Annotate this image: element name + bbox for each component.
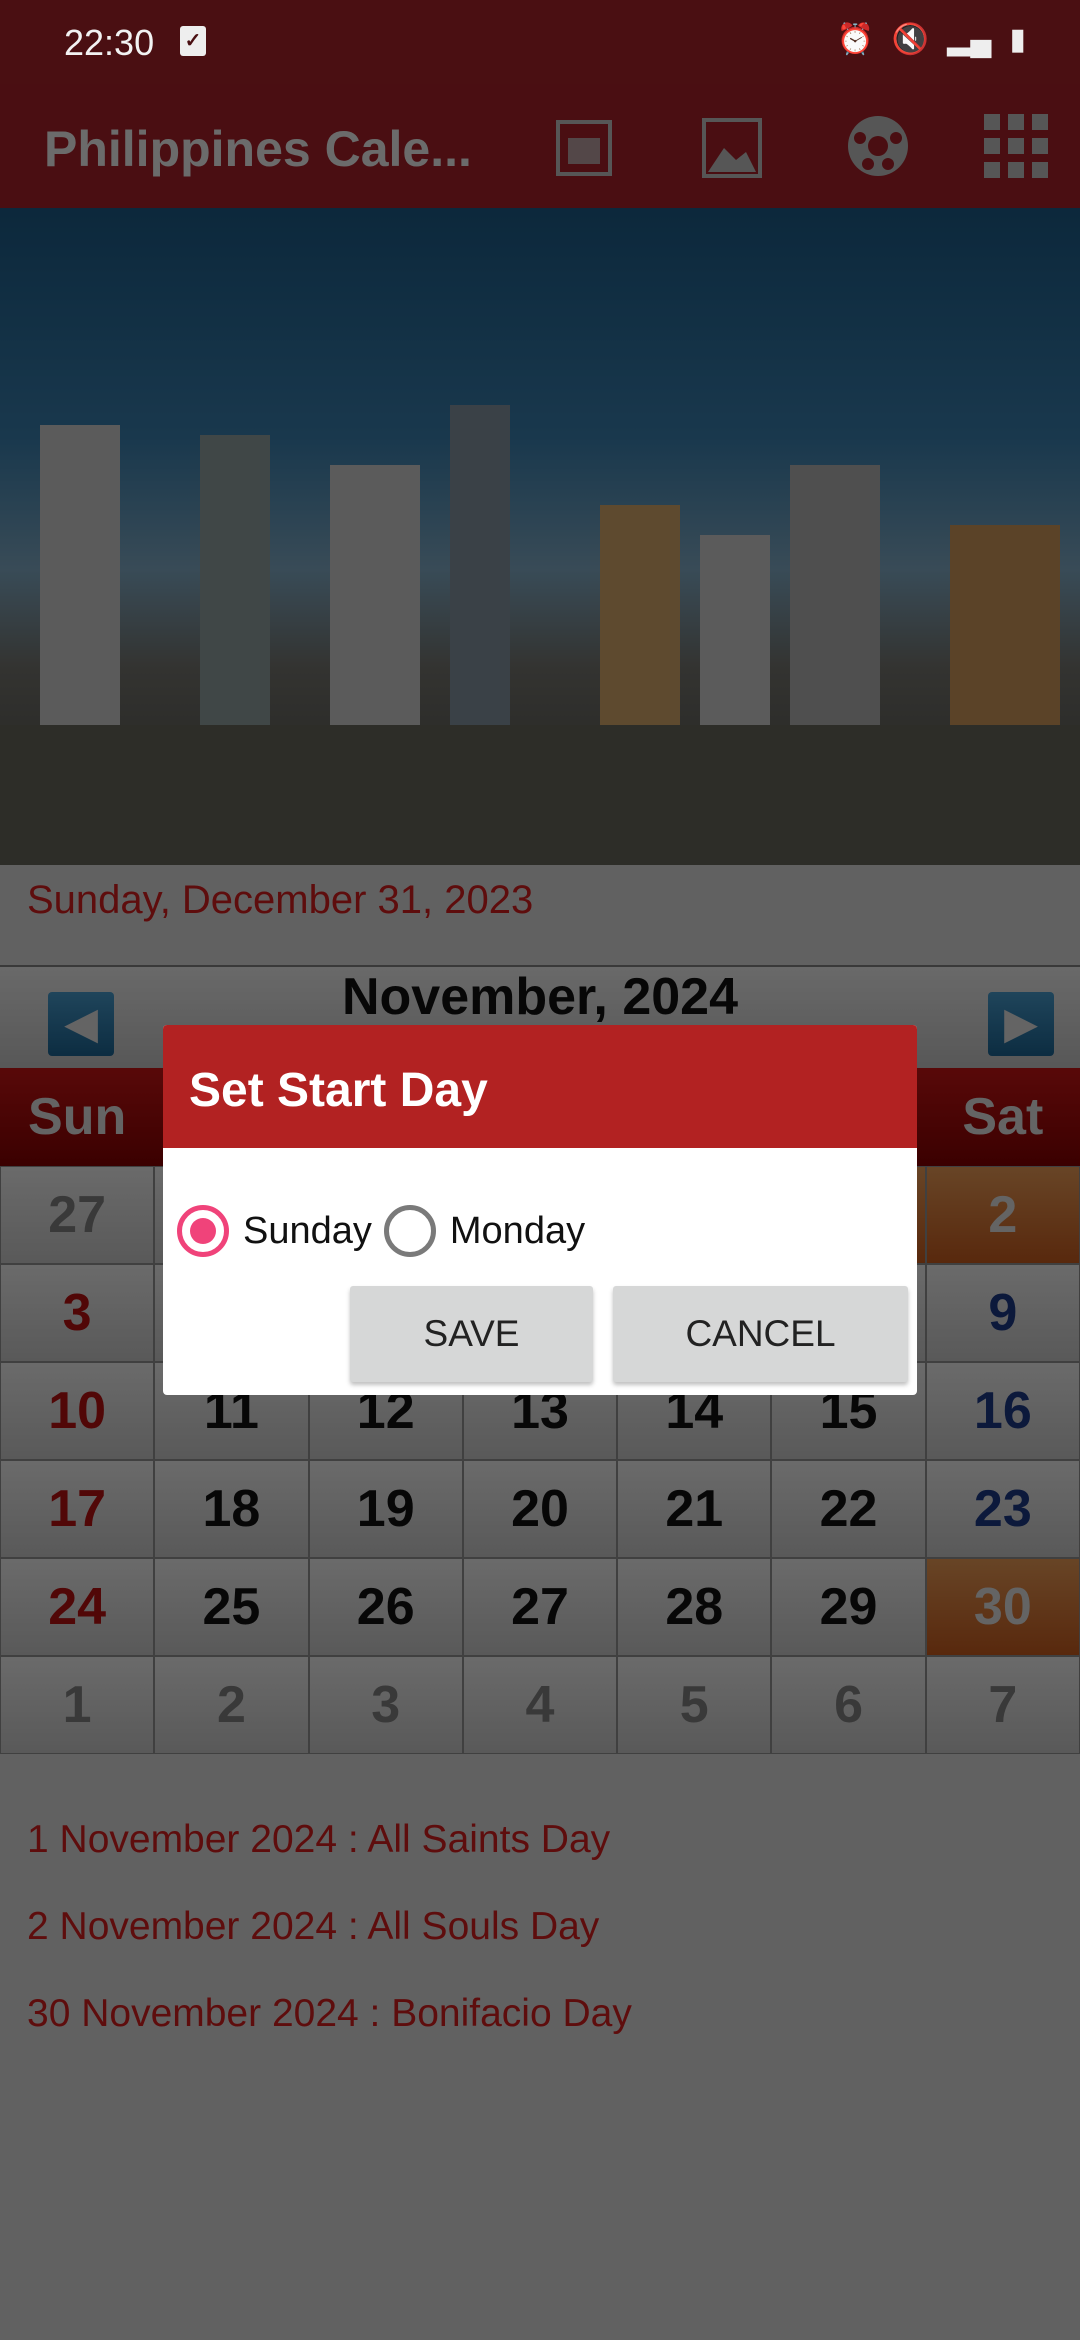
image-icon[interactable]	[700, 114, 764, 178]
app-bar: Philippines Cale...	[0, 84, 1080, 208]
day-cell[interactable]: 27	[0, 1166, 155, 1264]
cancel-button[interactable]: CANCEL	[613, 1286, 908, 1382]
next-month-button[interactable]: ▶	[988, 992, 1054, 1056]
day-cell[interactable]: 20	[462, 1460, 618, 1558]
day-cell[interactable]: 2	[925, 1166, 1080, 1264]
day-cell[interactable]: 28	[617, 1558, 772, 1656]
grid-menu-icon[interactable]	[984, 114, 1048, 178]
day-cell[interactable]: 19	[308, 1460, 463, 1558]
day-cell[interactable]: 24	[0, 1558, 155, 1656]
signal-icon: ▂▄	[947, 23, 992, 56]
vibrate-mute-icon: 🔇	[891, 23, 930, 56]
day-cell[interactable]: 6	[771, 1656, 926, 1754]
day-cell[interactable]: 23	[925, 1460, 1080, 1558]
day-cell[interactable]: 29	[771, 1558, 926, 1656]
holiday-list: 1 November 2024 : All Saints Day 2 Novem…	[27, 1818, 632, 2079]
day-cell[interactable]: 3	[308, 1656, 463, 1754]
dialog-title: Set Start Day	[163, 1025, 917, 1148]
day-cell[interactable]: 1	[0, 1656, 155, 1754]
soccer-ball-icon[interactable]	[846, 114, 910, 178]
day-cell[interactable]: 16	[925, 1362, 1080, 1460]
calendar-week-row: 17 18 19 20 21 22 23	[0, 1460, 1080, 1558]
selected-date: Sunday, December 31, 2023	[27, 878, 534, 922]
day-cell[interactable]: 21	[617, 1460, 772, 1558]
battery-icon: ▮	[1009, 23, 1026, 56]
weekday-label: Sun	[28, 1088, 127, 1146]
day-cell[interactable]: 25	[154, 1558, 309, 1656]
calendar-week-row: 1234567	[0, 1656, 1080, 1754]
save-button[interactable]: SAVE	[350, 1286, 593, 1382]
day-cell[interactable]: 9	[925, 1264, 1080, 1362]
monday-radio[interactable]	[383, 1205, 436, 1257]
day-cell[interactable]: 10	[0, 1362, 155, 1460]
clock: 22:30	[64, 22, 155, 63]
status-bar: 22:30 ✓ ⏰ 🔇 ▂▄ ▮	[0, 0, 1080, 84]
holiday-item: 2 November 2024 : All Souls Day	[27, 1905, 600, 1948]
calendar-week-row: 24 25 26 27 28 29 30	[0, 1558, 1080, 1656]
holiday-item: 1 November 2024 : All Saints Day	[27, 1818, 611, 1861]
day-cell[interactable]: 7	[925, 1656, 1080, 1754]
day-cell[interactable]: 3	[0, 1264, 155, 1362]
sunday-label[interactable]: Sunday	[243, 1210, 372, 1253]
day-cell[interactable]: 5	[617, 1656, 772, 1754]
month-title: November, 2024	[341, 968, 739, 1026]
calendar-icon[interactable]	[552, 114, 616, 178]
day-cell[interactable]: 17	[0, 1460, 155, 1558]
city-skyline-image	[0, 208, 1080, 865]
task-check-icon: ✓	[180, 26, 206, 56]
holiday-item: 30 November 2024 : Bonifacio Day	[27, 1992, 632, 2035]
day-cell[interactable]: 27	[462, 1558, 618, 1656]
weekday-label: Sat	[962, 1088, 1044, 1146]
alarm-icon: ⏰	[836, 23, 874, 56]
day-cell[interactable]: 26	[308, 1558, 463, 1656]
day-cell[interactable]: 4	[462, 1656, 618, 1754]
set-start-day-dialog: Set Start Day Sunday Monday SAVE CANCEL	[163, 1025, 917, 1395]
day-cell[interactable]: 2	[154, 1656, 309, 1754]
sunday-radio[interactable]	[177, 1205, 229, 1257]
day-cell[interactable]: 30	[925, 1558, 1080, 1656]
monday-label[interactable]: Monday	[450, 1210, 585, 1253]
app-title: Philippines Cale...	[44, 121, 472, 177]
day-cell[interactable]: 18	[154, 1460, 309, 1558]
day-cell[interactable]: 22	[771, 1460, 926, 1558]
